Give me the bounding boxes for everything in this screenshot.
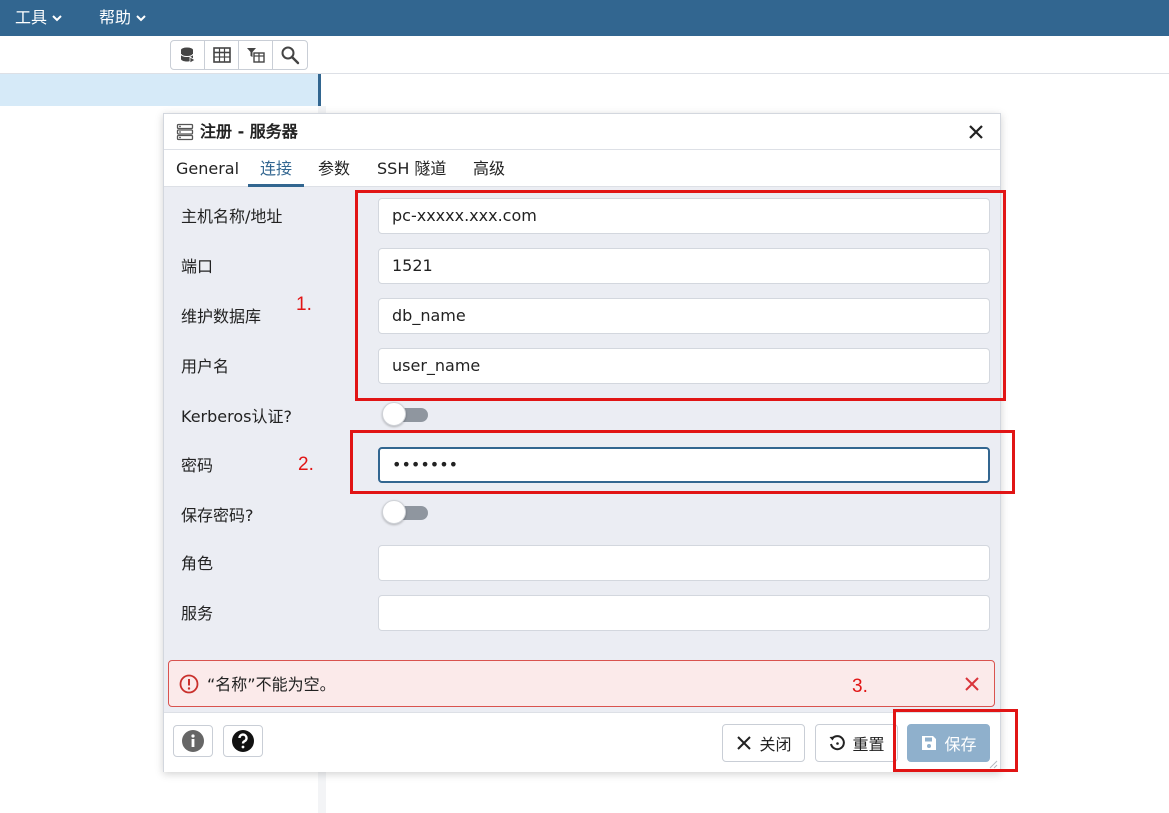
save-password-label: 保存密码? (181, 506, 254, 525)
close-icon[interactable] (962, 674, 982, 694)
chevron-down-icon (136, 15, 146, 22)
username-label: 用户名 (181, 357, 230, 376)
annotation-box-2 (350, 430, 1015, 494)
service-label: 服务 (181, 604, 214, 623)
annotation-box-3 (893, 709, 1018, 772)
reset-button[interactable]: 重置 (815, 724, 898, 762)
toggle-knob (382, 402, 406, 426)
close-icon[interactable] (966, 122, 986, 142)
help-icon (232, 730, 254, 752)
error-message-bar: “名称”不能为空。 (168, 660, 995, 707)
host-label: 主机名称/地址 (181, 207, 283, 226)
role-input[interactable] (378, 545, 990, 581)
panel-splitter-accent (318, 74, 321, 106)
toggle-knob (382, 500, 406, 524)
chevron-down-icon (52, 15, 62, 22)
tab-parameters[interactable]: 参数 (306, 150, 362, 187)
tab-advanced-label: 高级 (473, 159, 506, 178)
server-icon (176, 123, 194, 141)
tab-general[interactable]: General (164, 150, 251, 187)
menu-tools-label: 工具 (15, 8, 48, 27)
port-label: 端口 (181, 257, 214, 276)
toolbar-button-group (170, 40, 308, 70)
annotation-box-1 (355, 190, 1006, 401)
menu-help[interactable]: 帮助 (99, 0, 147, 36)
help-button[interactable] (223, 725, 263, 757)
close-icon (737, 736, 752, 750)
password-label: 密码 (181, 456, 214, 475)
dialog-title: 注册 - 服务器 (200, 122, 298, 141)
close-button-label: 关闭 (759, 735, 792, 754)
error-icon (179, 674, 199, 694)
dialog-tabs: General 连接 参数 SSH 隧道 高级 (164, 150, 1000, 187)
filtered-rows-button[interactable] (239, 41, 273, 69)
tab-ssh-tunnel-label: SSH 隧道 (377, 159, 447, 178)
close-button[interactable]: 关闭 (722, 724, 805, 762)
save-password-toggle[interactable] (382, 500, 428, 524)
kerberos-toggle[interactable] (382, 402, 428, 426)
tab-ssh-tunnel[interactable]: SSH 隧道 (365, 150, 458, 187)
maintenance-db-label: 维护数据库 (181, 307, 262, 326)
role-label: 角色 (181, 554, 214, 573)
annotation-label-2: 2. (298, 454, 314, 475)
top-menu-bar: 工具 帮助 (0, 0, 1169, 36)
annotation-label-1: 1. (296, 294, 312, 315)
table-icon (212, 47, 231, 63)
tab-connection-label: 连接 (260, 159, 293, 178)
filtered-rows-icon (246, 48, 265, 63)
browser-toolbar (0, 36, 1169, 74)
search-icon (281, 46, 300, 65)
tab-connection[interactable]: 连接 (248, 150, 305, 187)
dialog-footer: 关闭 重置 保存 (164, 712, 1000, 772)
database-query-icon (180, 47, 196, 64)
search-objects-button[interactable] (273, 41, 307, 69)
tab-general-label: General (176, 159, 240, 178)
kerberos-label: Kerberos认证? (181, 407, 292, 426)
info-button[interactable] (173, 725, 213, 757)
menu-help-label: 帮助 (99, 8, 132, 27)
service-input[interactable] (378, 595, 990, 631)
tab-advanced[interactable]: 高级 (461, 150, 517, 187)
error-message-text: “名称”不能为空。 (207, 675, 336, 694)
tab-parameters-label: 参数 (318, 159, 351, 178)
reset-button-label: 重置 (852, 735, 885, 754)
view-data-button[interactable] (205, 41, 239, 69)
info-icon (182, 730, 204, 752)
reset-icon (829, 735, 846, 751)
tree-selected-row[interactable] (0, 74, 320, 106)
query-tool-button[interactable] (171, 41, 205, 69)
dialog-header: 注册 - 服务器 (164, 114, 1000, 150)
annotation-label-3: 3. (852, 676, 868, 697)
menu-tools[interactable]: 工具 (15, 0, 63, 36)
